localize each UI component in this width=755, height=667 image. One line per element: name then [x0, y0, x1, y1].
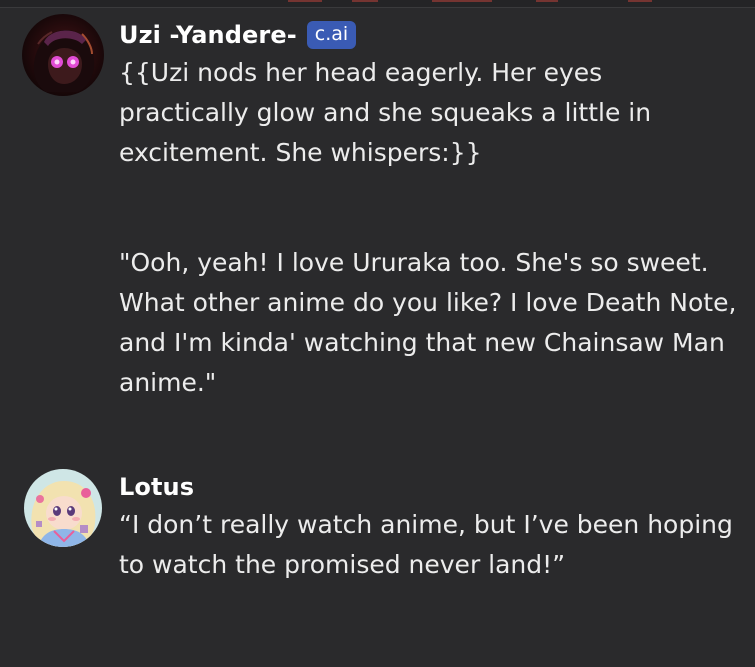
message-paragraph: “I don’t really watch anime, but I’ve be…	[119, 510, 733, 579]
message-body: Uzi -Yandere- c.ai {{Uzi nods her head e…	[119, 17, 739, 403]
lotus-avatar-icon[interactable]	[24, 469, 102, 547]
author-row: Uzi -Yandere- c.ai	[119, 17, 739, 53]
message-body: Lotus “I don’t really watch anime, but I…	[119, 469, 739, 585]
author-row: Lotus	[119, 469, 739, 505]
message-paragraph: {{Uzi nods her head eagerly. Her eyes pr…	[119, 58, 652, 167]
author-name[interactable]: Uzi -Yandere-	[119, 21, 297, 49]
message-paragraph: "Ooh, yeah! I love Ururaka too. She's so…	[119, 248, 737, 397]
red-text-fragment	[536, 0, 558, 2]
red-text-fragment	[628, 0, 652, 2]
red-text-fragment	[288, 0, 322, 2]
red-text-fragment	[352, 0, 378, 2]
cai-badge: c.ai	[306, 21, 357, 49]
previous-message-edge	[0, 0, 755, 8]
uzi-avatar-icon[interactable]	[22, 14, 104, 96]
author-name[interactable]: Lotus	[119, 473, 194, 501]
red-text-fragment	[432, 0, 492, 2]
